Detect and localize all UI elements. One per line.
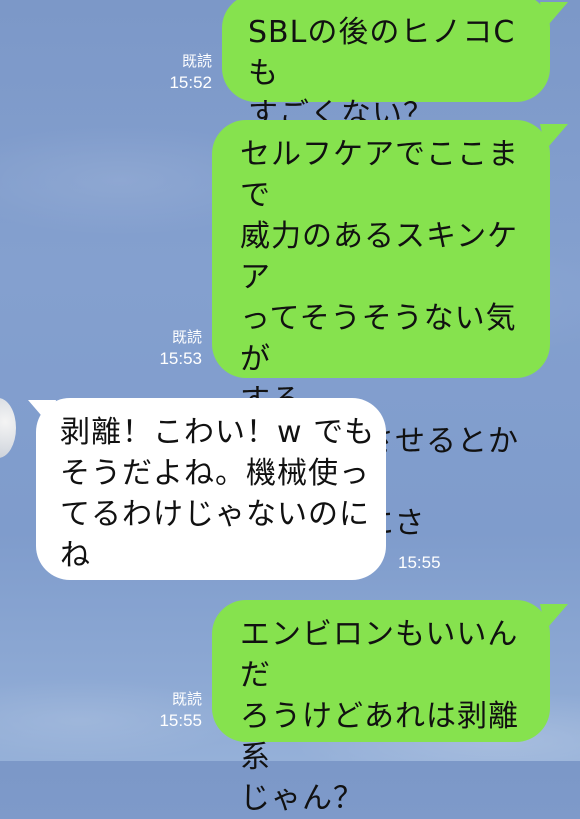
message-time: 15:55 bbox=[159, 711, 202, 730]
message-time: 15:52 bbox=[169, 73, 212, 92]
message-bubble-outgoing[interactable]: SBLの後のヒノコCも すごくない？ bbox=[222, 0, 550, 132]
message-time: 15:55 bbox=[398, 553, 441, 572]
message-bubble-outgoing[interactable]: エンビロンもいいんだ ろうけどあれは剥離系 じゃん？ bbox=[212, 600, 550, 816]
read-receipt: 既読 bbox=[171, 329, 202, 346]
message-meta: 既読 15:52 bbox=[140, 52, 212, 94]
message-meta: 既読 15:53 bbox=[130, 328, 202, 370]
read-receipt: 既読 bbox=[171, 691, 202, 708]
contact-avatar[interactable] bbox=[0, 398, 16, 458]
message-bubble-incoming[interactable]: 剥離！こわい！w でも そうだよね。機械使っ てるわけじゃないのに ね bbox=[36, 398, 386, 580]
message-meta: 既読 15:55 bbox=[130, 690, 202, 732]
message-time: 15:53 bbox=[159, 349, 202, 368]
read-receipt: 既読 bbox=[181, 53, 212, 70]
message-bubble-outgoing[interactable]: セルフケアでここまで 威力のあるスキンケア ってそうそうない気が する。 一回剥… bbox=[212, 120, 550, 541]
